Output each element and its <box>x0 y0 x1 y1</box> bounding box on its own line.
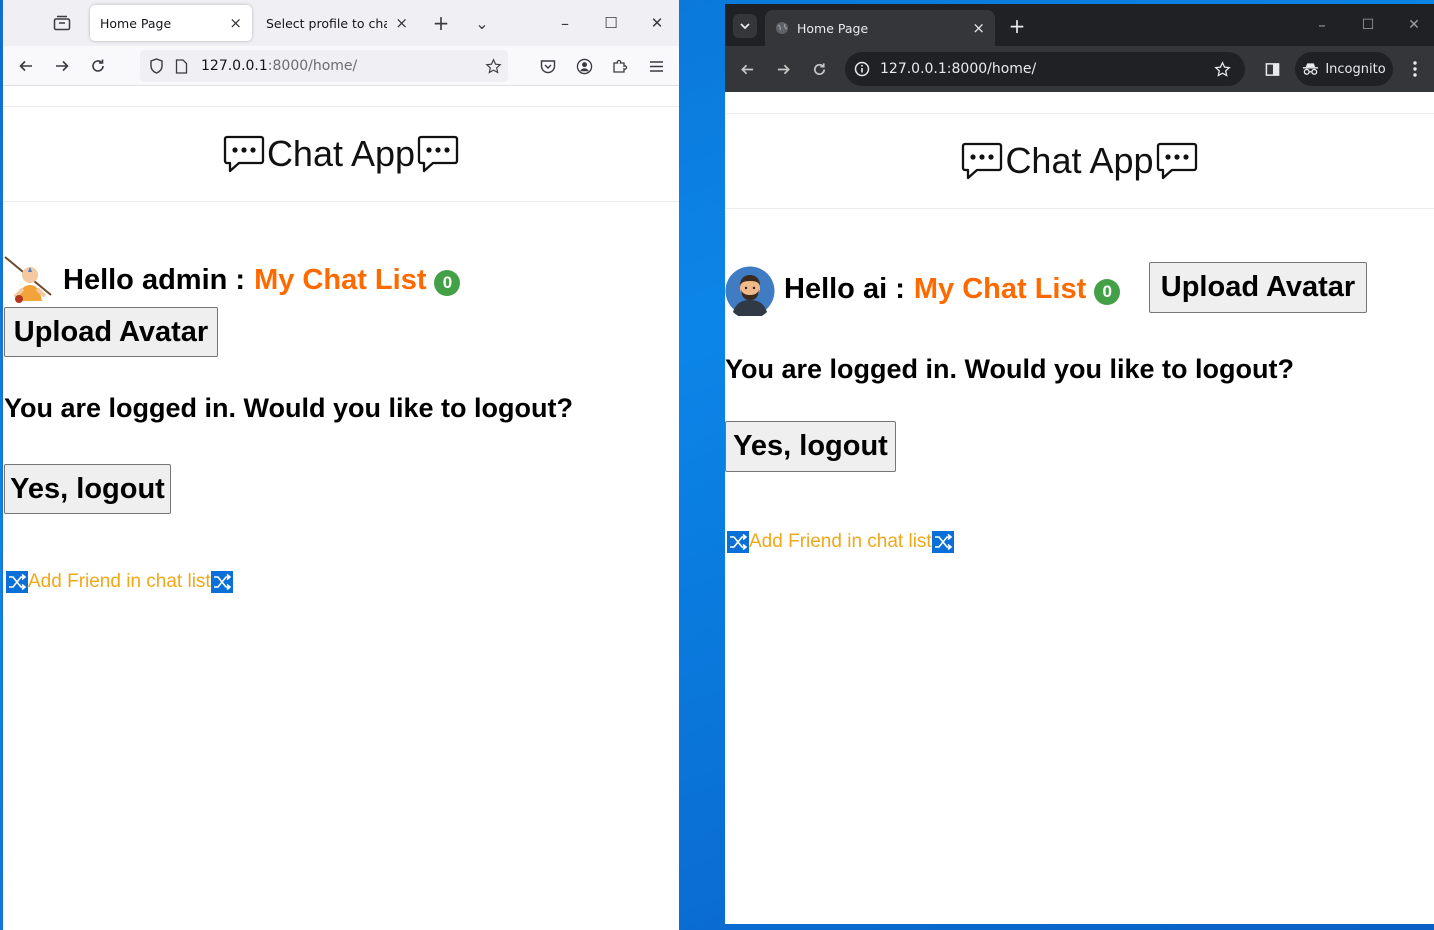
chat-bubble-icon <box>1156 142 1198 180</box>
logout-question: You are logged in. Would you like to log… <box>4 393 573 423</box>
add-friend-label: Add Friend in chat list <box>749 531 932 552</box>
add-friend-label: Add Friend in chat list <box>28 571 211 592</box>
add-friend-link[interactable]: Add Friend in chat list <box>727 531 954 553</box>
firefox-window: Home Page × Select profile to change | ×… <box>2 0 679 930</box>
chrome-tab-bar: Home Page × + – ☐ ✕ <box>725 4 1434 46</box>
avatar <box>3 255 53 305</box>
page-content-admin: Chat App Hello admin : My Chat List 0 Up… <box>3 87 679 930</box>
minimize-icon[interactable]: – <box>1310 14 1334 36</box>
menu-icon[interactable] <box>645 55 667 77</box>
tab-title: Home Page <box>100 15 172 31</box>
tab-manager-icon[interactable] <box>51 13 73 33</box>
page-content-ai: Chat App Hello ai : My Chat List 0 Uploa… <box>725 92 1434 924</box>
page-header: Chat App <box>725 113 1434 209</box>
page-title: Chat App <box>1005 140 1154 181</box>
chat-bubble-icon <box>961 142 1003 180</box>
forward-icon[interactable] <box>772 58 794 80</box>
url-text[interactable]: 127.0.0.1:8000/home/ <box>201 58 357 74</box>
chat-bubble-icon <box>417 135 459 173</box>
shuffle-icon <box>931 531 954 553</box>
info-icon[interactable] <box>854 61 870 77</box>
close-tab-icon[interactable]: × <box>229 14 242 32</box>
tab-search-icon[interactable] <box>733 14 757 38</box>
minimize-icon[interactable]: – <box>553 12 577 34</box>
logout-button[interactable]: Yes, logout <box>4 464 171 514</box>
add-friend-link[interactable]: Add Friend in chat list <box>6 571 233 593</box>
firefox-nav-toolbar: 127.0.0.1:8000/home/ <box>3 46 679 86</box>
hello-text: Hello ai : <box>784 272 905 305</box>
tab-title: Select profile to change | <box>266 15 387 31</box>
chrome-nav-toolbar: 127.0.0.1:8000/home/ Incognito <box>725 46 1434 92</box>
tab-select-profile[interactable]: Select profile to change | × <box>256 5 418 41</box>
url-bar[interactable]: 127.0.0.1:8000/home/ <box>845 52 1245 86</box>
back-icon[interactable] <box>15 55 37 77</box>
pocket-icon[interactable] <box>537 56 559 76</box>
shuffle-icon <box>727 531 749 553</box>
close-tab-icon[interactable]: × <box>395 14 408 32</box>
side-panel-icon[interactable] <box>1261 58 1283 80</box>
incognito-indicator[interactable]: Incognito <box>1295 52 1393 86</box>
shield-icon[interactable] <box>149 58 167 74</box>
my-chat-list-link[interactable]: My Chat List <box>914 273 1086 306</box>
tab-title: Home Page <box>797 20 869 36</box>
url-bar[interactable]: 127.0.0.1:8000/home/ <box>140 50 508 82</box>
page-icon <box>175 58 193 74</box>
greeting: Hello ai : My Chat List 0 <box>784 268 1121 310</box>
close-window-icon[interactable]: ✕ <box>645 12 669 34</box>
kebab-menu-icon[interactable] <box>1405 58 1425 80</box>
reload-icon[interactable] <box>808 58 830 80</box>
forward-icon[interactable] <box>51 55 73 77</box>
hello-text: Hello admin : <box>63 263 246 296</box>
firefox-tab-bar: Home Page × Select profile to change | ×… <box>3 0 679 46</box>
url-host: 127.0.0.1 <box>201 58 268 74</box>
url-text[interactable]: 127.0.0.1:8000/home/ <box>880 61 1036 77</box>
my-chat-list-link[interactable]: My Chat List <box>254 264 426 297</box>
url-path: :8000/home/ <box>267 58 358 74</box>
avatar <box>725 266 775 320</box>
globe-icon <box>775 21 789 35</box>
account-icon[interactable] <box>573 55 595 77</box>
unread-count-badge: 0 <box>434 270 461 296</box>
logout-question: You are logged in. Would you like to log… <box>725 354 1294 384</box>
list-all-tabs-icon[interactable]: ⌄ <box>471 12 493 34</box>
close-window-icon[interactable]: ✕ <box>1402 14 1426 36</box>
logout-button[interactable]: Yes, logout <box>725 421 896 472</box>
chat-bubble-icon <box>223 135 265 173</box>
incognito-label: Incognito <box>1325 61 1386 77</box>
page-header: Chat App <box>3 106 679 202</box>
shuffle-icon <box>210 571 233 593</box>
new-tab-icon[interactable]: + <box>1005 14 1029 38</box>
unread-count-badge: 0 <box>1094 279 1121 305</box>
tab-home-page[interactable]: Home Page × <box>90 5 252 41</box>
maximize-icon[interactable]: ☐ <box>1356 14 1380 36</box>
extensions-icon[interactable] <box>609 55 631 77</box>
shuffle-icon <box>6 571 28 593</box>
back-icon[interactable] <box>736 58 758 80</box>
reload-icon[interactable] <box>87 55 109 77</box>
close-tab-icon[interactable]: × <box>972 19 985 37</box>
star-icon[interactable] <box>485 57 502 75</box>
upload-avatar-button[interactable]: Upload Avatar <box>1149 262 1367 313</box>
page-title: Chat App <box>266 133 416 174</box>
new-tab-icon[interactable]: + <box>429 11 453 35</box>
upload-avatar-button[interactable]: Upload Avatar <box>4 307 218 357</box>
tab-home-page[interactable]: Home Page × <box>765 10 995 46</box>
chrome-window: Home Page × + – ☐ ✕ 127.0.0.1:8000/home/ <box>725 4 1434 924</box>
incognito-icon <box>1302 62 1319 76</box>
star-icon[interactable] <box>1214 60 1231 78</box>
greeting: Hello admin : My Chat List 0 <box>63 259 461 301</box>
maximize-icon[interactable]: ☐ <box>599 12 623 34</box>
